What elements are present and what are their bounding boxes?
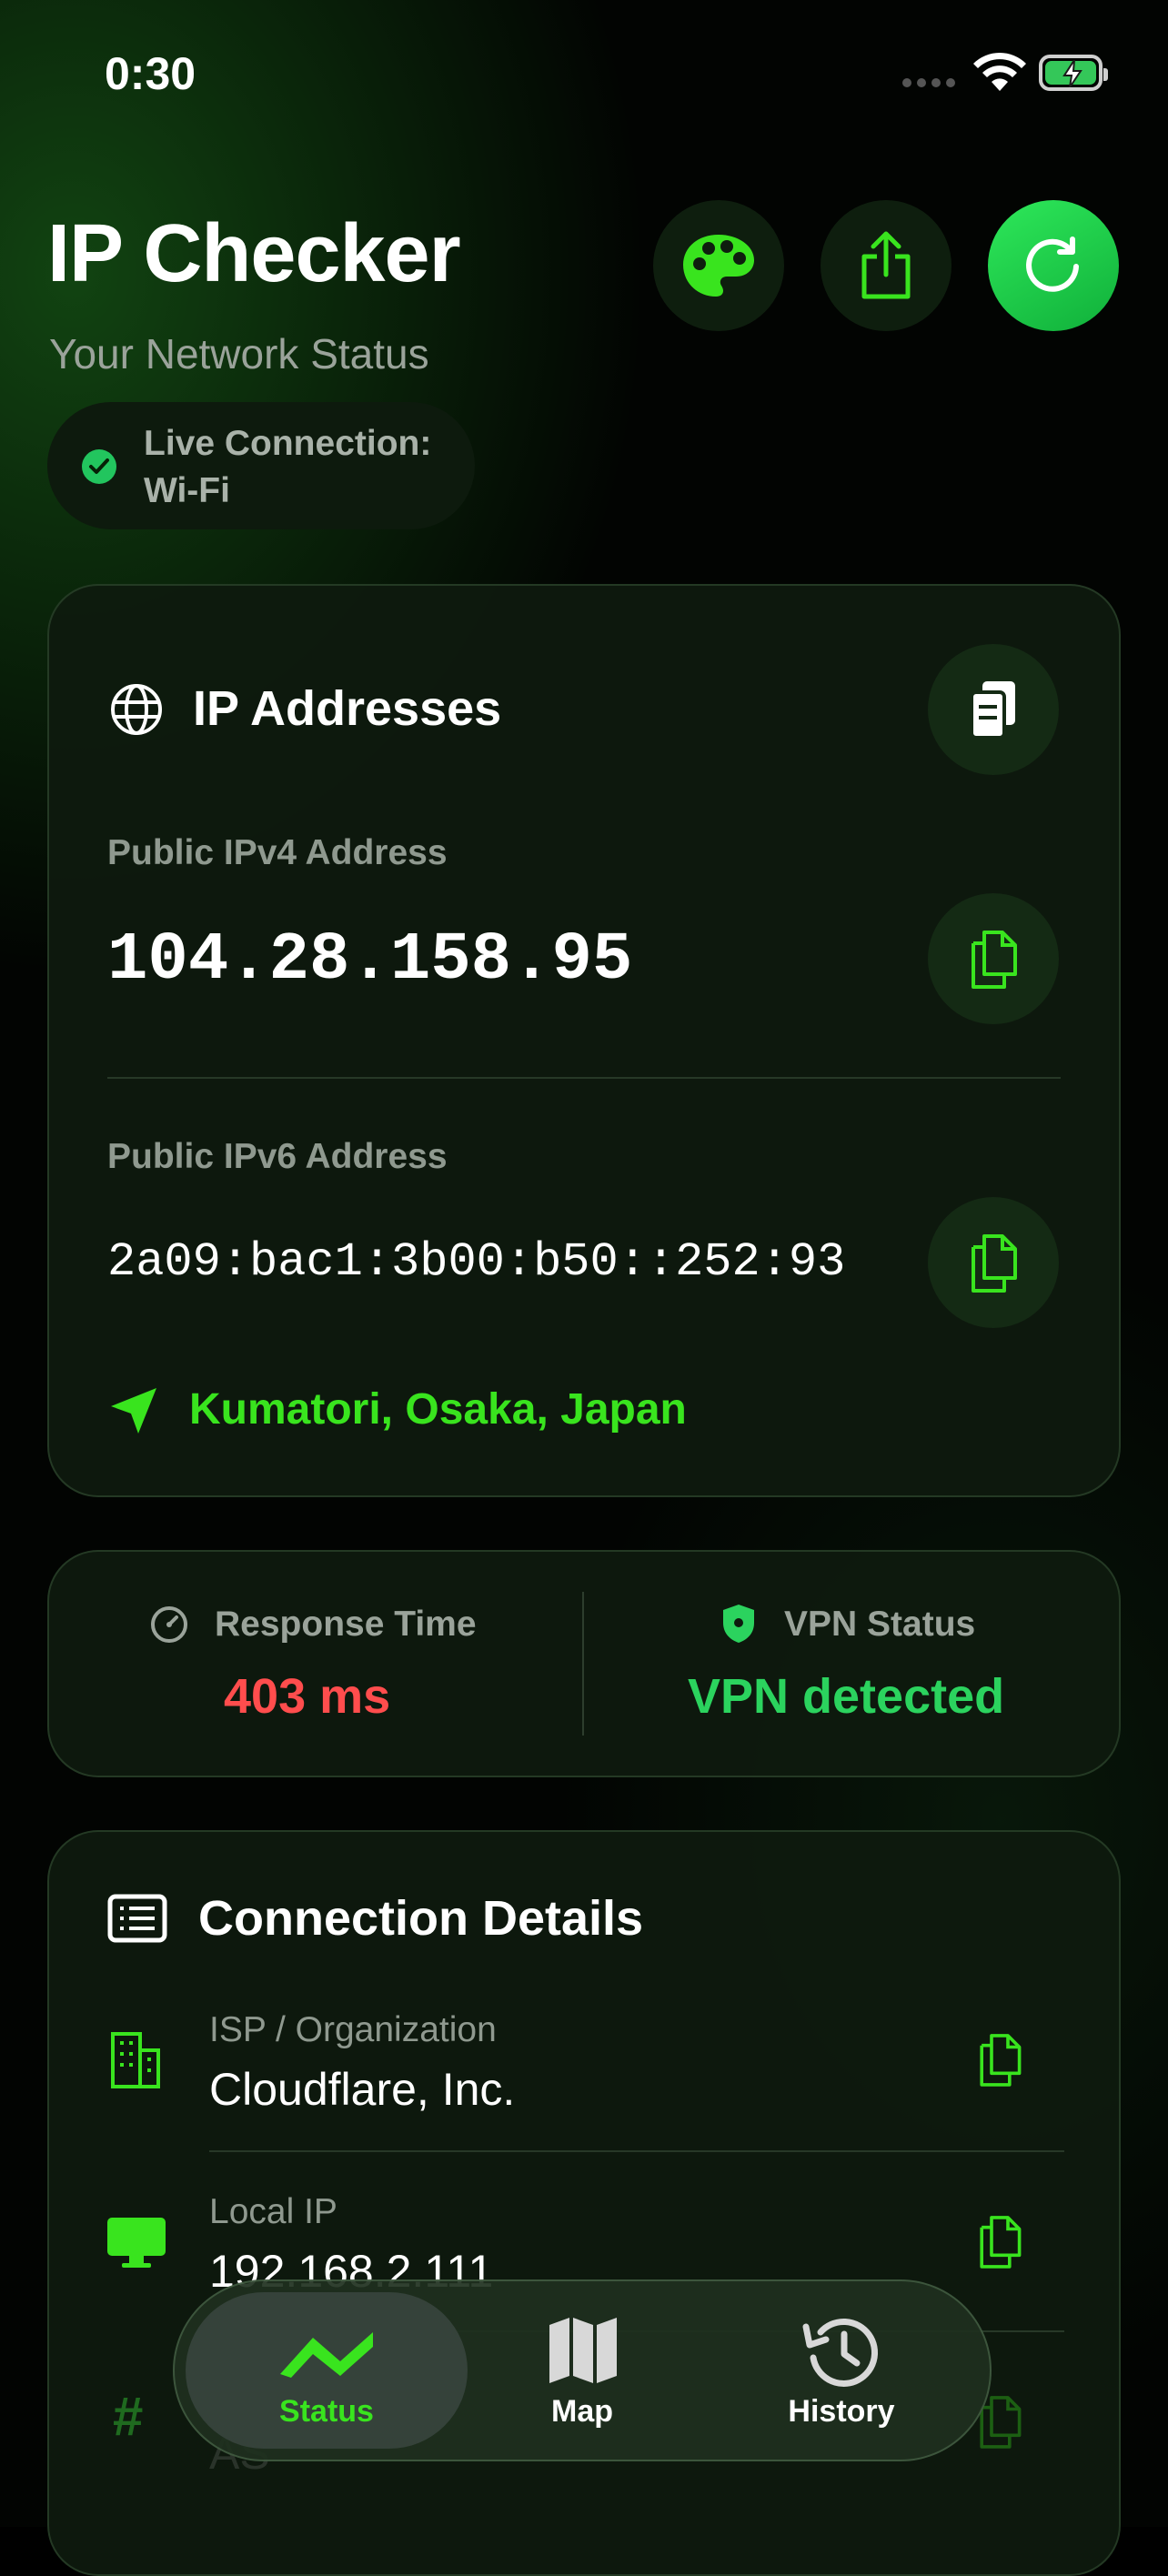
ipv6-value: 2a09:bac1:3b00:b50::252:93 bbox=[107, 1235, 846, 1289]
location-text: Kumatori, Osaka, Japan bbox=[189, 1385, 687, 1434]
theme-button[interactable] bbox=[653, 200, 784, 331]
share-icon bbox=[861, 231, 911, 299]
location-arrow-icon bbox=[111, 1388, 156, 1434]
copy-isp-button[interactable] bbox=[975, 2030, 1024, 2088]
response-time-value: 403 ms bbox=[224, 1669, 391, 1724]
isp-value: Cloudflare, Inc. bbox=[209, 2064, 516, 2115]
status-time: 0:30 bbox=[105, 48, 196, 99]
connection-status-text: Live Connection: Wi-Fi bbox=[144, 424, 432, 510]
divider bbox=[209, 2150, 1064, 2152]
tab-map[interactable]: Map bbox=[491, 2292, 673, 2449]
map-icon bbox=[549, 2318, 617, 2383]
shield-icon bbox=[723, 1605, 754, 1643]
divider bbox=[107, 1077, 1061, 1079]
stats-card bbox=[47, 1550, 1121, 1777]
page-title: IP Checker bbox=[47, 208, 461, 299]
ipv4-value: 104.28.158.95 bbox=[107, 922, 633, 999]
history-icon bbox=[802, 2318, 879, 2387]
copy-icon bbox=[972, 1234, 1017, 1293]
globe-icon bbox=[111, 684, 162, 735]
cellular-icon bbox=[902, 78, 955, 87]
wifi-icon bbox=[973, 52, 1026, 91]
tab-history[interactable]: History bbox=[755, 2292, 928, 2449]
ipv4-label: Public IPv4 Address bbox=[107, 833, 448, 872]
list-icon bbox=[107, 1894, 167, 1943]
tab-status[interactable]: Status bbox=[186, 2292, 468, 2449]
building-icon bbox=[111, 2032, 160, 2088]
ipv6-label: Public IPv6 Address bbox=[107, 1137, 448, 1176]
refresh-button[interactable] bbox=[988, 200, 1119, 331]
desktop-icon bbox=[107, 2218, 166, 2268]
refresh-icon bbox=[1026, 236, 1079, 292]
activity-icon bbox=[280, 2332, 373, 2378]
page-subtitle: Your Network Status bbox=[49, 330, 429, 377]
copy-ipv4-button[interactable] bbox=[928, 893, 1059, 1024]
checkmark-icon bbox=[82, 449, 116, 484]
connection-details-title: Connection Details bbox=[198, 1891, 644, 1946]
copy-ipv6-button[interactable] bbox=[928, 1197, 1059, 1328]
response-time-label: Response Time bbox=[215, 1605, 477, 1644]
speedometer-icon bbox=[151, 1606, 187, 1643]
copy-all-icon bbox=[970, 681, 1015, 740]
copy-icon bbox=[972, 931, 1017, 989]
isp-label: ISP / Organization bbox=[209, 2010, 497, 2049]
stats-divider bbox=[582, 1592, 584, 1736]
copy-all-button[interactable] bbox=[928, 644, 1059, 775]
vpn-status-value: VPN detected bbox=[688, 1669, 1005, 1724]
share-button[interactable] bbox=[821, 200, 952, 331]
ip-card-title: IP Addresses bbox=[193, 681, 502, 736]
local-ip-label: Local IP bbox=[209, 2192, 337, 2231]
battery-icon bbox=[1039, 55, 1108, 91]
hash-icon: # bbox=[113, 2386, 144, 2447]
palette-icon bbox=[683, 235, 754, 297]
copy-local-ip-button[interactable] bbox=[975, 2212, 1024, 2270]
vpn-status-label: VPN Status bbox=[784, 1605, 976, 1644]
